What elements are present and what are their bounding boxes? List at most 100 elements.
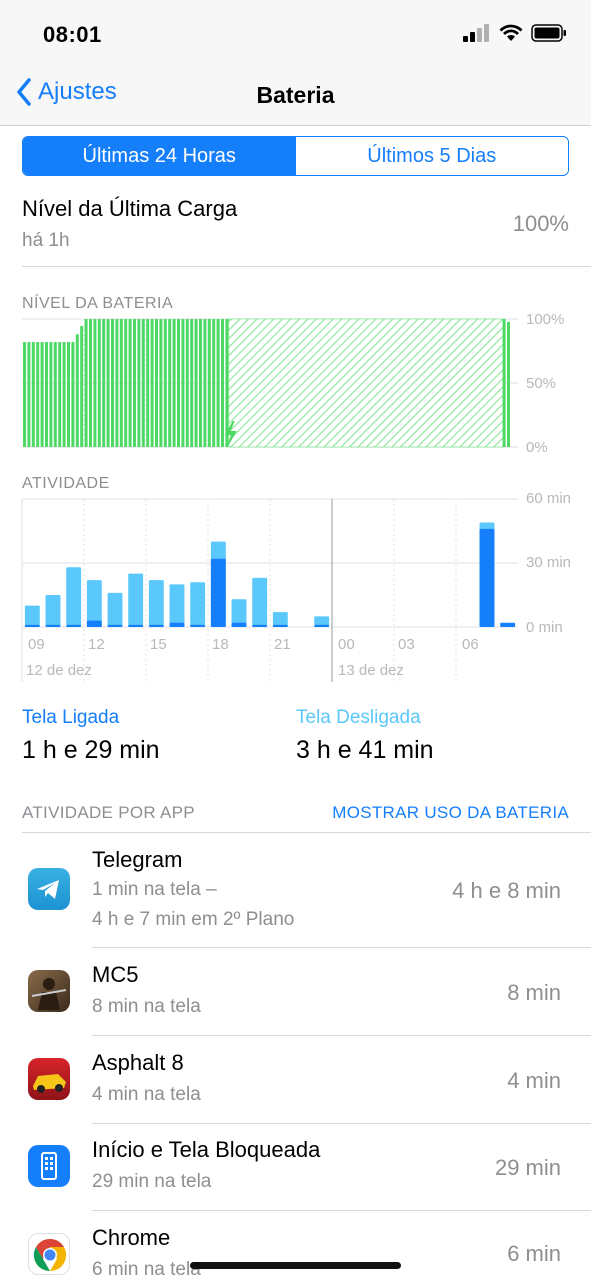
x-tick: 03 <box>398 636 415 653</box>
activity-bar-dark <box>231 622 247 627</box>
battery-level-bar <box>199 319 202 447</box>
activity-bar-dark <box>314 624 330 627</box>
activity-bar-light <box>107 592 123 627</box>
activity-bar-dark <box>479 528 495 627</box>
battery-level-bar <box>190 319 194 447</box>
battery-level-bar <box>137 319 141 447</box>
show-battery-usage-link[interactable]: MOSTRAR USO DA BATERIA <box>332 803 569 823</box>
battery-status-icon <box>531 24 566 42</box>
app-battery-time: 29 min <box>494 1155 561 1180</box>
battery-level-section-label: NÍVEL DA BATERIA <box>22 295 174 312</box>
battery-level-bar <box>181 319 185 447</box>
x-tick: 15 <box>150 636 167 653</box>
asphalt-icon <box>28 1058 70 1100</box>
nav-bar: Ajustes Bateria <box>0 68 591 126</box>
activity-chart <box>21 498 518 682</box>
app-battery-time: 4 min <box>507 1068 561 1093</box>
app-usage-screen: 6 min na tela <box>92 1259 201 1280</box>
battery-level-bar <box>36 342 40 447</box>
battery-level-bar <box>216 319 220 447</box>
battery-level-bar <box>128 319 132 447</box>
status-icons <box>463 24 567 42</box>
signal-icon <box>463 24 489 42</box>
charging-area <box>228 319 504 447</box>
activity-bar-light <box>45 595 61 627</box>
app-name: MC5 <box>92 962 139 987</box>
battery-level-bar <box>119 319 123 447</box>
date-label: 13 de dez <box>338 662 404 679</box>
battery-level-bar <box>124 319 128 447</box>
activity-y-tick-30: 30 min <box>526 554 572 571</box>
activity-bar-light <box>148 580 164 627</box>
app-row-asphalt-8[interactable]: Asphalt 8 4 min na tela 4 min <box>0 1036 591 1124</box>
activity-y-tick-0: 0 min <box>526 619 563 636</box>
battery-level-bar <box>155 319 158 447</box>
last-charge-label: Nível da Última Carga <box>22 196 238 221</box>
telegram-icon <box>28 868 70 910</box>
status-time: 08:01 <box>43 22 102 47</box>
activity-bar-dark <box>148 624 164 627</box>
app-name: Chrome <box>92 1225 171 1250</box>
home-indicator[interactable] <box>190 1262 401 1269</box>
activity-bar-dark <box>107 624 123 627</box>
battery-level-bar <box>225 319 229 447</box>
activity-bar-dark <box>86 620 102 627</box>
battery-level-bar <box>207 319 211 447</box>
battery-level-bar <box>111 319 114 447</box>
battery-level-bar <box>102 319 106 447</box>
activity-bar-dark <box>252 624 268 627</box>
x-tick: 06 <box>462 636 479 653</box>
battery-level-bar <box>146 319 150 447</box>
date-label: 12 de dez <box>26 662 92 679</box>
screen-on-value: 1 h e 29 min <box>22 736 160 764</box>
battery-level-bar <box>168 319 172 447</box>
mc5-icon <box>28 970 70 1012</box>
app-row-chrome[interactable]: Chrome 6 min na tela 6 min <box>0 1211 591 1280</box>
app-row-telegram[interactable]: Telegram 1 min na tela – 4 h e 7 min em … <box>0 833 591 948</box>
battery-level-bar <box>141 319 145 447</box>
app-battery-time: 8 min <box>507 980 561 1005</box>
wifi-icon <box>499 24 523 41</box>
segment-last-24-hours[interactable]: Últimas 24 Horas <box>23 137 296 175</box>
app-row-home-lock-screen[interactable]: Início e Tela Bloqueada 29 min na tela 2… <box>0 1123 591 1211</box>
battery-level-bar <box>27 342 31 447</box>
segment-last-5-days[interactable]: Últimos 5 Dias <box>296 137 569 175</box>
battery-level-bar <box>502 319 506 447</box>
battery-level-bar <box>115 319 119 447</box>
app-usage-screen: 4 min na tela <box>92 1084 201 1105</box>
app-name: Asphalt 8 <box>92 1050 184 1075</box>
activity-bar-light <box>86 580 102 627</box>
battery-level-bar <box>106 319 110 447</box>
chrome-icon <box>28 1233 70 1275</box>
battery-level-bar <box>212 319 216 447</box>
divider <box>22 266 591 267</box>
app-name: Início e Tela Bloqueada <box>92 1137 321 1162</box>
screen-off-label: Tela Desligada <box>296 707 421 728</box>
activity-bar-dark <box>190 624 206 627</box>
activity-bar-light <box>169 584 185 627</box>
app-usage-screen: 8 min na tela <box>92 996 201 1017</box>
page-title: Bateria <box>256 82 335 108</box>
battery-y-tick-50: 50% <box>526 375 557 392</box>
battery-level-bar <box>84 319 88 447</box>
activity-bar-light <box>66 567 82 627</box>
activity-bar-dark <box>500 622 516 627</box>
app-row-mc5[interactable]: MC5 8 min na tela 8 min <box>0 948 591 1036</box>
status-bar: 08:01 <box>0 0 591 68</box>
activity-bar-light <box>190 582 206 627</box>
activity-bar-dark <box>66 624 82 627</box>
battery-y-tick-0: 0% <box>526 439 548 456</box>
activity-y-tick-60: 60 min <box>526 490 572 507</box>
battery-level-bar <box>23 342 26 447</box>
battery-level-bar <box>172 319 176 447</box>
battery-level-bar <box>62 342 66 447</box>
battery-level-bar <box>71 342 75 447</box>
battery-level-bar <box>49 342 53 447</box>
x-tick: 18 <box>212 636 229 653</box>
battery-level-bar <box>150 319 154 447</box>
battery-level-bar <box>163 319 167 447</box>
activity-bar-dark <box>210 558 226 627</box>
activity-bar-light <box>128 573 144 627</box>
battery-level-bar <box>45 342 48 447</box>
battery-level-bar <box>67 342 70 447</box>
